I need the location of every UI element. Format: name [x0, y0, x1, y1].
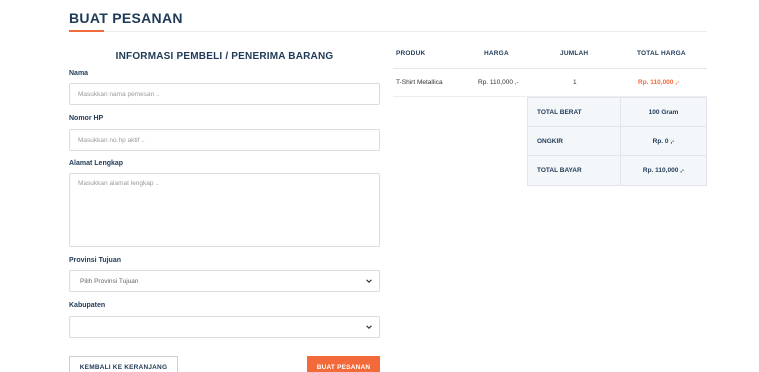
back-to-cart-button[interactable]: KEMBALI KE KERANJANG [69, 356, 178, 372]
summary-row-shipping: ONGKIR Rp. 0 ,- [528, 127, 706, 156]
shipping-value: Rp. 0 ,- [652, 137, 675, 145]
chevron-down-icon [366, 279, 372, 283]
address-textarea[interactable] [69, 173, 380, 247]
province-selected-value: Pilih Provinsi Tujuan [80, 277, 139, 285]
phone-input[interactable] [69, 129, 380, 151]
buyer-info-heading: INFORMASI PEMBELI / PENERIMA BARANG [115, 51, 334, 62]
address-label: Alamat Lengkap [69, 160, 124, 167]
header-product: PRODUK [396, 50, 426, 57]
total-payment-label: TOTAL BAYAR [528, 156, 621, 185]
header-total-price: TOTAL HARGA [637, 50, 686, 57]
total-payment-value: Rp. 110,000 ,- [642, 167, 685, 174]
name-input[interactable] [69, 83, 380, 105]
name-label: Nama [69, 70, 89, 77]
order-summary: TOTAL BERAT 100 Gram ONGKIR Rp. 0 ,- TOT… [527, 97, 707, 186]
row-total-price: Rp. 110,000 ,- [638, 79, 680, 86]
row-product: T-Shirt Metallica [396, 79, 443, 86]
summary-row-payment: TOTAL BAYAR Rp. 110,000 ,- [528, 156, 706, 185]
total-weight-label: TOTAL BERAT [528, 98, 621, 126]
row-quantity: 1 [573, 79, 577, 86]
title-divider [104, 31, 707, 32]
header-price: HARGA [484, 50, 509, 57]
table-header-divider [393, 68, 707, 69]
row-price: Rp. 110,000 ,- [478, 79, 519, 86]
chevron-down-icon [366, 325, 372, 329]
total-weight-value: 100 Gram [648, 108, 679, 116]
summary-row-weight: TOTAL BERAT 100 Gram [528, 98, 706, 127]
shipping-label: ONGKIR [528, 127, 621, 155]
phone-label: Nomor HP [69, 115, 104, 122]
title-accent-underline [69, 30, 104, 32]
header-quantity: JUMLAH [560, 50, 589, 57]
regency-label: Kabupaten [69, 302, 106, 309]
regency-select[interactable] [69, 316, 380, 338]
create-order-button[interactable]: BUAT PESANAN [307, 356, 380, 372]
province-select[interactable]: Pilih Provinsi Tujuan [69, 270, 380, 292]
province-label: Provinsi Tujuan [69, 257, 121, 264]
page-title: BUAT PESANAN [69, 10, 183, 26]
